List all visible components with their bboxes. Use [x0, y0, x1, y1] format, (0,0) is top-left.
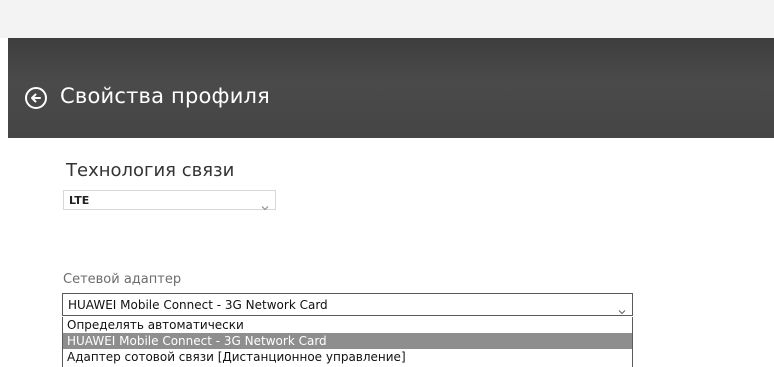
- technology-select[interactable]: LTE: [63, 190, 276, 211]
- technology-label: Технология связи: [66, 160, 235, 181]
- adapter-select-value: HUAWEI Mobile Connect - 3G Network Card: [68, 298, 328, 312]
- window-top-strip: [0, 0, 774, 38]
- adapter-option-cellular[interactable]: Адаптер сотовой связи [Дистанционное упр…: [63, 349, 632, 365]
- adapter-option-auto[interactable]: Определять автоматически: [63, 317, 632, 333]
- adapter-option-huawei[interactable]: HUAWEI Mobile Connect - 3G Network Card: [63, 333, 632, 349]
- back-button[interactable]: [25, 87, 47, 109]
- adapter-select[interactable]: HUAWEI Mobile Connect - 3G Network Card: [62, 293, 633, 316]
- technology-select-value: LTE: [69, 194, 90, 207]
- adapter-dropdown-list: Определять автоматически HUAWEI Mobile C…: [62, 317, 633, 367]
- adapter-label: Сетевой адаптер: [63, 272, 182, 287]
- chevron-down-icon: [261, 196, 269, 215]
- page-title: Свойства профиля: [60, 84, 271, 108]
- back-arrow-icon: [30, 92, 42, 104]
